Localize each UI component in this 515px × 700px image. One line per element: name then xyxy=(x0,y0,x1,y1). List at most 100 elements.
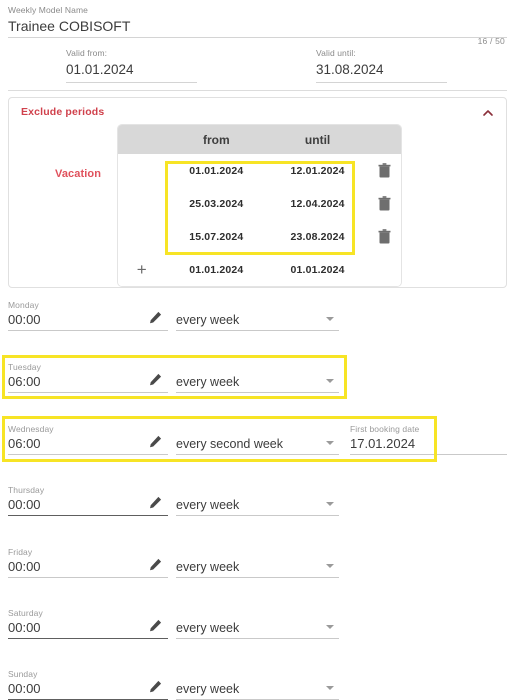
frequency-select-value[interactable]: every week xyxy=(176,374,239,391)
valid-until-input[interactable]: 31.08.2024 xyxy=(316,59,515,79)
pencil-icon[interactable] xyxy=(149,619,162,632)
period-until-value[interactable]: 12.01.2024 xyxy=(267,165,368,177)
frequency-select-value[interactable]: every week xyxy=(176,559,239,576)
valid-from-field[interactable]: Valid from: 01.01.2024 xyxy=(66,48,266,83)
trash-icon[interactable] xyxy=(378,163,391,178)
pencil-icon[interactable] xyxy=(149,496,162,509)
valid-from-input[interactable]: 01.01.2024 xyxy=(66,59,266,79)
pencil-icon[interactable] xyxy=(149,435,162,448)
valid-until-underline xyxy=(316,82,447,83)
day-label: Sunday xyxy=(8,669,38,679)
chevron-down-icon[interactable] xyxy=(326,502,334,506)
chevron-down-icon[interactable] xyxy=(326,686,334,690)
row-actions xyxy=(368,196,401,211)
add-period-cell[interactable]: + xyxy=(118,261,166,278)
day-time-underline xyxy=(8,638,168,639)
table-row: 01.01.2024 12.01.2024 xyxy=(118,154,401,187)
sunday-time-field[interactable]: Sunday 00:00 xyxy=(8,669,168,698)
model-name-input[interactable]: Trainee COBISOFT xyxy=(8,16,507,36)
day-time-input[interactable]: 00:00 xyxy=(8,680,168,698)
day-label: Wednesday xyxy=(8,424,54,434)
day-row-sunday: Sunday 00:00 every week xyxy=(0,669,515,700)
day-label: Friday xyxy=(8,547,33,557)
day-time-input[interactable]: 00:00 xyxy=(8,496,168,514)
day-time-underline xyxy=(8,330,168,331)
validity-row: Valid from: 01.01.2024 Valid until: 31.0… xyxy=(0,48,515,88)
row-actions xyxy=(368,163,401,178)
first-booking-date-input[interactable]: 17.01.2024 xyxy=(350,435,419,453)
frequency-underline xyxy=(176,577,339,578)
vacation-category-label: Vacation xyxy=(55,168,102,180)
model-name-underline xyxy=(8,37,507,38)
table-new-row: + 01.01.2024 01.01.2024 xyxy=(118,253,401,286)
chevron-up-icon[interactable] xyxy=(480,105,496,121)
period-from-value[interactable]: 15.07.2024 xyxy=(166,231,267,243)
day-time-input[interactable]: 00:00 xyxy=(8,619,168,637)
frequency-underline xyxy=(176,392,339,393)
frequency-underline xyxy=(176,515,339,516)
first-booking-date-field[interactable]: First booking date 17.01.2024 xyxy=(350,424,419,453)
period-until-value[interactable]: 12.04.2024 xyxy=(267,198,368,210)
pencil-icon[interactable] xyxy=(149,373,162,386)
plus-icon[interactable]: + xyxy=(137,261,147,278)
day-row-tuesday: Tuesday 06:00 every week xyxy=(0,362,515,400)
day-time-underline xyxy=(8,515,168,516)
day-time-underline xyxy=(8,392,168,393)
character-counter: 16 / 50 xyxy=(477,36,505,46)
table-header-until: until xyxy=(304,132,331,147)
day-label: Saturday xyxy=(8,608,43,618)
frequency-select-value[interactable]: every week xyxy=(176,497,239,514)
chevron-down-icon[interactable] xyxy=(326,625,334,629)
friday-time-field[interactable]: Friday 00:00 xyxy=(8,547,168,576)
thursday-time-field[interactable]: Thursday 00:00 xyxy=(8,485,168,514)
trash-icon[interactable] xyxy=(378,196,391,211)
day-row-saturday: Saturday 00:00 every week xyxy=(0,608,515,646)
day-time-underline xyxy=(8,454,168,455)
period-from-value[interactable]: 25.03.2024 xyxy=(166,198,267,210)
row-actions xyxy=(368,229,401,244)
weekly-model-form: Weekly Model Name Trainee COBISOFT 16 / … xyxy=(0,0,515,700)
chevron-down-icon[interactable] xyxy=(326,317,334,321)
trash-icon[interactable] xyxy=(378,229,391,244)
frequency-select-value[interactable]: every week xyxy=(176,620,239,637)
first-booking-date-underline xyxy=(350,454,507,455)
new-period-from-value[interactable]: 01.01.2024 xyxy=(166,264,267,276)
pencil-icon[interactable] xyxy=(149,311,162,324)
monday-time-field[interactable]: Monday 00:00 xyxy=(8,300,168,329)
valid-until-field[interactable]: Valid until: 31.08.2024 xyxy=(316,48,515,83)
model-name-label: Weekly Model Name xyxy=(8,5,88,15)
wednesday-time-field[interactable]: Wednesday 06:00 xyxy=(8,424,168,453)
header-divider xyxy=(8,90,507,91)
table-header-from: from xyxy=(202,132,230,147)
day-time-input[interactable]: 06:00 xyxy=(8,435,168,453)
model-name-field[interactable]: Weekly Model Name Trainee COBISOFT xyxy=(8,5,507,38)
table-row: 15.07.2024 23.08.2024 xyxy=(118,220,401,253)
exclude-periods-title: Exclude periods xyxy=(21,106,105,118)
chevron-down-icon[interactable] xyxy=(326,564,334,568)
exclude-periods-table: from until 01.01.2024 12.01.2024 25.03.2 xyxy=(117,124,402,287)
new-period-until-value[interactable]: 01.01.2024 xyxy=(267,264,368,276)
day-time-input[interactable]: 00:00 xyxy=(8,558,168,576)
day-label: Tuesday xyxy=(8,362,41,372)
valid-from-label: Valid from: xyxy=(66,48,108,58)
chevron-down-icon[interactable] xyxy=(326,379,334,383)
frequency-select-value[interactable]: every week xyxy=(176,312,239,329)
saturday-time-field[interactable]: Saturday 00:00 xyxy=(8,608,168,637)
frequency-select-value[interactable]: every second week xyxy=(176,436,283,453)
period-until-value[interactable]: 23.08.2024 xyxy=(267,231,368,243)
frequency-underline xyxy=(176,638,339,639)
chevron-down-icon[interactable] xyxy=(326,441,334,445)
frequency-select-value[interactable]: every week xyxy=(176,681,239,698)
tuesday-time-field[interactable]: Tuesday 06:00 xyxy=(8,362,168,391)
valid-until-label: Valid until: xyxy=(316,48,356,58)
day-row-wednesday: Wednesday 06:00 every second week First … xyxy=(0,424,515,462)
day-row-monday: Monday 00:00 every week xyxy=(0,300,515,338)
frequency-underline xyxy=(176,330,339,331)
day-time-input[interactable]: 06:00 xyxy=(8,373,168,391)
pencil-icon[interactable] xyxy=(149,680,162,693)
period-from-value[interactable]: 01.01.2024 xyxy=(166,165,267,177)
day-time-input[interactable]: 00:00 xyxy=(8,311,168,329)
day-time-underline xyxy=(8,577,168,578)
frequency-underline xyxy=(176,454,339,455)
pencil-icon[interactable] xyxy=(149,558,162,571)
